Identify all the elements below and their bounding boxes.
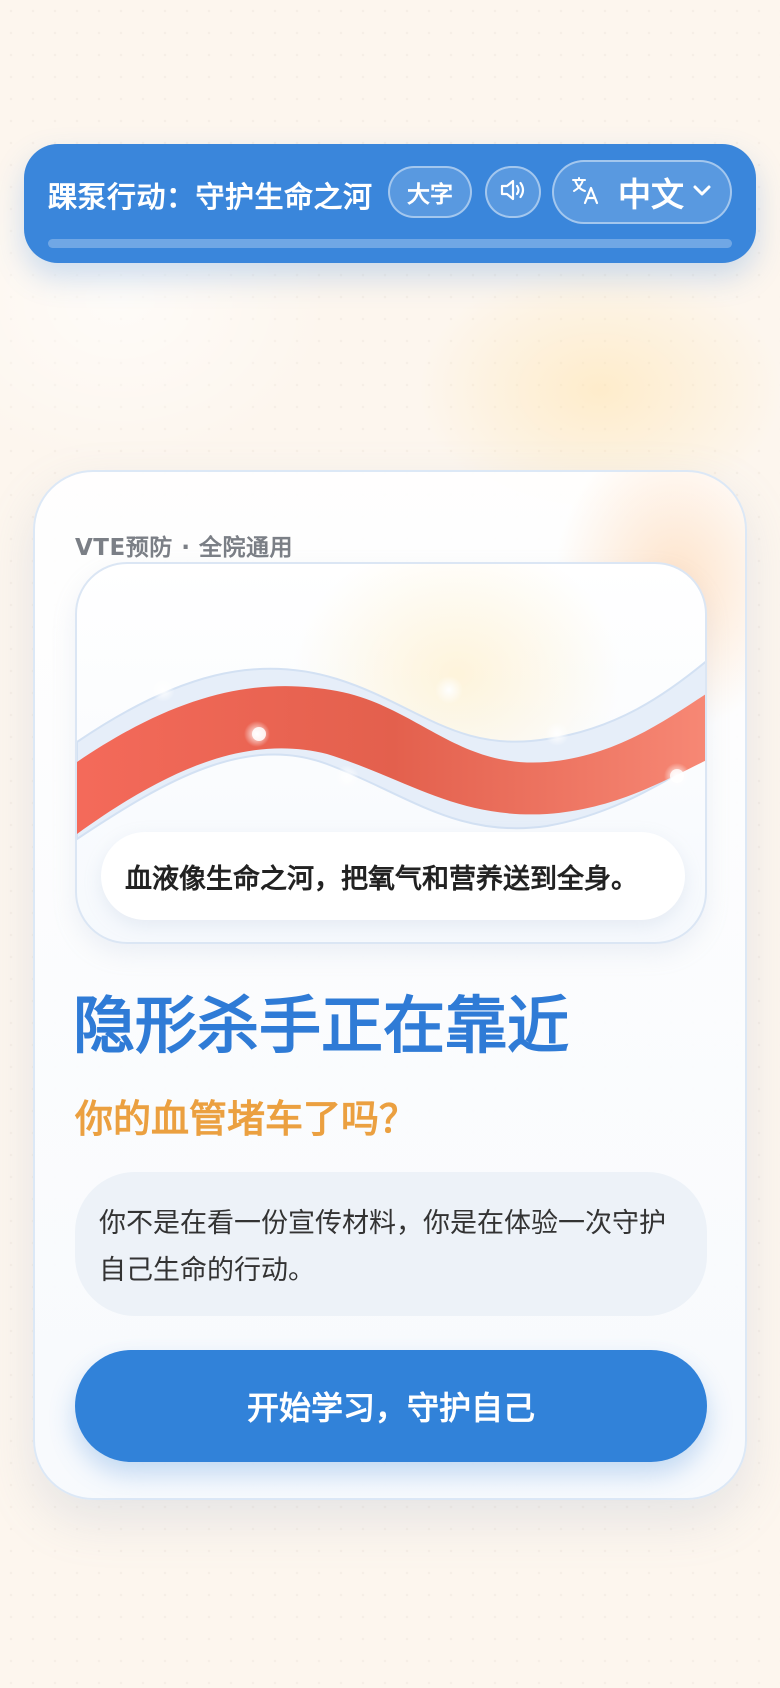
- app-title: 踝泵行动：守护生命之河: [48, 180, 373, 214]
- hero-illustration: 血液像生命之河，把氧气和营养送到全身。: [75, 562, 707, 944]
- start-learning-button[interactable]: 开始学习，守护自己: [75, 1350, 707, 1462]
- audio-button[interactable]: [485, 166, 541, 218]
- hero-caption: 血液像生命之河，把氧气和营养送到全身。: [101, 832, 685, 920]
- eyebrow-label: VTE预防 · 全院通用: [75, 535, 293, 561]
- subheadline: 你的血管堵车了吗？: [75, 1097, 418, 1141]
- intro-note: 你不是在看一份宣传材料，你是在体验一次守护自己生命的行动。: [75, 1172, 707, 1316]
- language-label: 中文: [618, 175, 684, 214]
- speaker-icon: [498, 177, 528, 207]
- chevron-down-icon: [692, 183, 712, 202]
- top-bar: 踝泵行动：守护生命之河 大字 中文: [24, 144, 756, 263]
- translate-icon: [570, 175, 600, 209]
- large-text-button[interactable]: 大字: [388, 166, 472, 218]
- progress-bar: [48, 239, 732, 248]
- language-selector[interactable]: 中文: [552, 160, 732, 224]
- intro-card: VTE预防 · 全院通用 血液像生命之河，把氧气和营养送到全身。 隐形杀手正在靠…: [33, 470, 747, 1500]
- headline: 隐形杀手正在靠近: [73, 989, 570, 1062]
